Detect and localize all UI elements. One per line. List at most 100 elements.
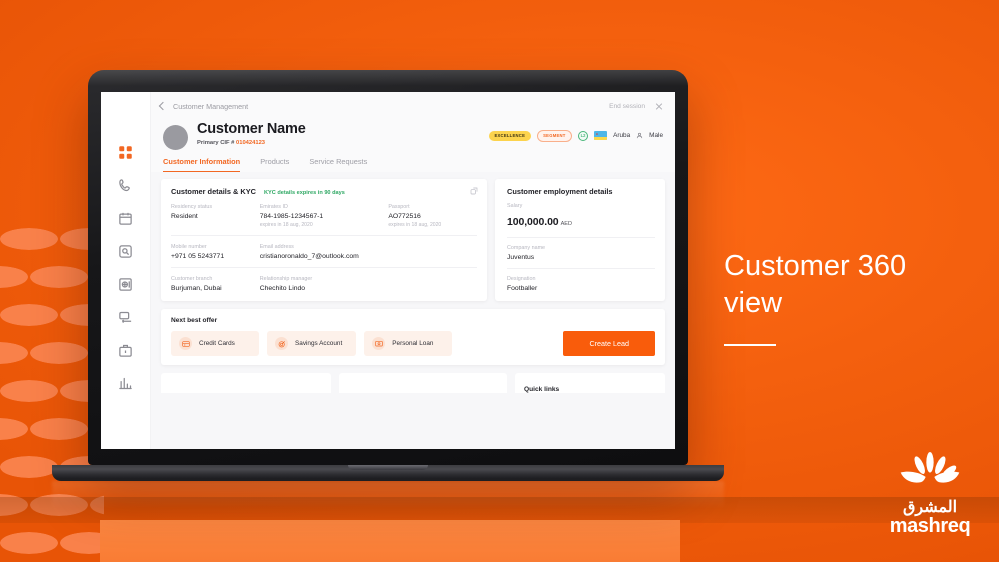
caption-line-1: Customer 360 — [724, 250, 907, 282]
customer-details-kyc-card: Customer details & KYC KYC details expir… — [161, 179, 487, 301]
create-lead-button[interactable]: Create Lead — [563, 331, 655, 356]
kyc-field-group-2: Mobile number +971 05 5243771 Email addr… — [171, 236, 477, 260]
cif-value: 010424123 — [236, 139, 266, 146]
credit-card-icon — [179, 337, 192, 350]
lower-card-left[interactable] — [161, 373, 331, 393]
field-spacer — [388, 244, 477, 260]
gender-label: Male — [649, 132, 663, 140]
money-screen-icon — [372, 337, 386, 350]
cif-label: Primary CIF # — [197, 139, 235, 146]
field-salary: Salary 100,000.00 AED — [507, 196, 655, 230]
next-best-offer-card: Next best offer Credit Cards Savings Acc… — [161, 309, 665, 365]
lens-shape — [0, 304, 58, 326]
flag-stripe — [594, 138, 608, 140]
salary-value: 100,000.00 — [507, 216, 559, 228]
field-designation: Designation Footballer — [507, 269, 655, 292]
field-residency-status: Residency status Resident — [171, 204, 260, 228]
quick-links-title: Quick links — [524, 386, 560, 393]
mashreq-flower-icon — [900, 452, 960, 483]
customer-employment-card: Customer employment details Salary 100,0… — [495, 179, 665, 301]
field-label: Company name — [507, 245, 546, 251]
kyc-field-group-1: Residency status Resident Emirates ID 78… — [171, 196, 477, 228]
sidebar-item-payments[interactable] — [118, 310, 133, 325]
customer-header: Customer Name Primary CIF # 010424123 EX… — [151, 120, 675, 150]
app-topbar: Customer Management End session — [151, 92, 675, 120]
avatar — [163, 125, 188, 150]
sidebar-item-calendar[interactable] — [118, 211, 133, 226]
sidebar-item-dashboard[interactable] — [118, 145, 133, 160]
field-company-name: Company name Juventus — [507, 238, 655, 261]
lens-shape — [0, 418, 28, 440]
laptop-base — [52, 465, 724, 481]
tab-bar: Customer Information Products Service Re… — [151, 150, 675, 172]
lens-shape — [0, 228, 58, 250]
sidebar-item-search[interactable] — [118, 244, 133, 259]
logo-arabic: المشرق — [902, 499, 958, 516]
sidebar-item-vault[interactable] — [118, 277, 133, 292]
offer-savings-account[interactable]: Savings Account — [267, 331, 357, 356]
status-badge-excellence: EXCELLENCE — [488, 131, 531, 141]
field-label: Passport — [388, 204, 410, 210]
app-main: Customer Management End session Customer… — [151, 92, 675, 449]
kyc-expiry-note: KYC details expires in 90 days — [264, 190, 345, 196]
field-label: Relationship manager — [259, 275, 313, 282]
kyc-field-group-3: Customer branch Burjuman, Dubai Relation… — [171, 268, 477, 292]
caption-line-2: view — [724, 287, 783, 320]
offer-credit-cards[interactable]: Credit Cards — [171, 331, 259, 356]
field-label: Customer branch — [171, 275, 213, 282]
field-label: Residency status — [171, 204, 213, 210]
breadcrumb-label: Customer Management — [173, 101, 249, 111]
flag-star — [595, 132, 599, 136]
field-label: Designation — [507, 276, 536, 282]
details-row: Customer details & KYC KYC details expir… — [161, 179, 665, 301]
offer-label: Savings Account — [295, 340, 343, 347]
field-label: Emirates ID — [259, 204, 288, 210]
lens-shape — [0, 266, 28, 288]
tab-service-requests[interactable]: Service Requests — [309, 157, 367, 172]
employment-card-title: Customer employment details — [507, 187, 613, 196]
next-best-offer-title: Next best offer — [171, 317, 218, 324]
laptop-lid: Customer Management End session Customer… — [88, 70, 688, 465]
sidebar-item-calls[interactable] — [118, 178, 133, 193]
close-icon[interactable] — [655, 102, 663, 110]
field-email-address: Email address cristianoronaldo_7@outlook… — [260, 244, 389, 260]
status-badge-level: L2 — [578, 130, 589, 141]
header-badges: EXCELLENCE SEGMENT L2 Aruba Male — [488, 122, 663, 142]
tab-products[interactable]: Products — [260, 157, 289, 172]
end-session-button[interactable]: End session — [609, 103, 645, 110]
lens-shape — [0, 456, 58, 478]
tab-customer-information[interactable]: Customer Information — [163, 157, 241, 172]
lens-shape — [0, 380, 58, 402]
field-value: 784-1985-1234567-1 — [259, 213, 324, 220]
salary-row: 100,000.00 AED — [507, 212, 655, 230]
field-passport: Passport AO772516 expires in 18 aug, 202… — [388, 204, 477, 228]
laptop-mockup: Customer Management End session Customer… — [52, 70, 724, 509]
field-emirates-id: Emirates ID 784-1985-1234567-1 expires i… — [260, 204, 389, 228]
mashreq-logo: المشرق mashreq — [878, 452, 982, 536]
cif-row: Primary CIF # 010424123 — [197, 140, 306, 146]
field-label: Salary — [507, 203, 523, 209]
offer-label: Personal Loan — [392, 340, 434, 347]
quick-links-card[interactable]: Quick links — [515, 373, 665, 393]
logo-latin: mashreq — [889, 515, 971, 537]
field-sub: expires in 18 aug, 2020 — [259, 221, 313, 228]
sidebar-item-portfolio[interactable] — [118, 343, 133, 358]
lower-card-middle[interactable] — [339, 373, 507, 393]
field-value: cristianoronaldo_7@outlook.com — [259, 252, 359, 260]
person-icon — [636, 132, 643, 139]
breadcrumb[interactable]: Customer Management — [158, 101, 249, 111]
country-label: Aruba — [613, 132, 631, 140]
field-value: +971 05 5243771 — [171, 252, 225, 260]
promo-caption: Customer 360 view — [724, 248, 964, 347]
field-label: Mobile number — [171, 243, 207, 250]
field-value: Burjuman, Dubai — [171, 284, 222, 292]
target-icon — [275, 337, 288, 350]
kyc-card-header: Customer details & KYC KYC details expir… — [171, 187, 477, 196]
field-mobile-number: Mobile number +971 05 5243771 — [171, 244, 260, 260]
sidebar-item-reports[interactable] — [118, 376, 133, 391]
app-sidebar — [101, 92, 151, 449]
field-value: AO772516 — [388, 213, 421, 220]
offer-personal-loan[interactable]: Personal Loan — [364, 331, 453, 356]
external-link-icon[interactable] — [470, 187, 478, 195]
chevron-left-icon[interactable] — [158, 101, 168, 111]
